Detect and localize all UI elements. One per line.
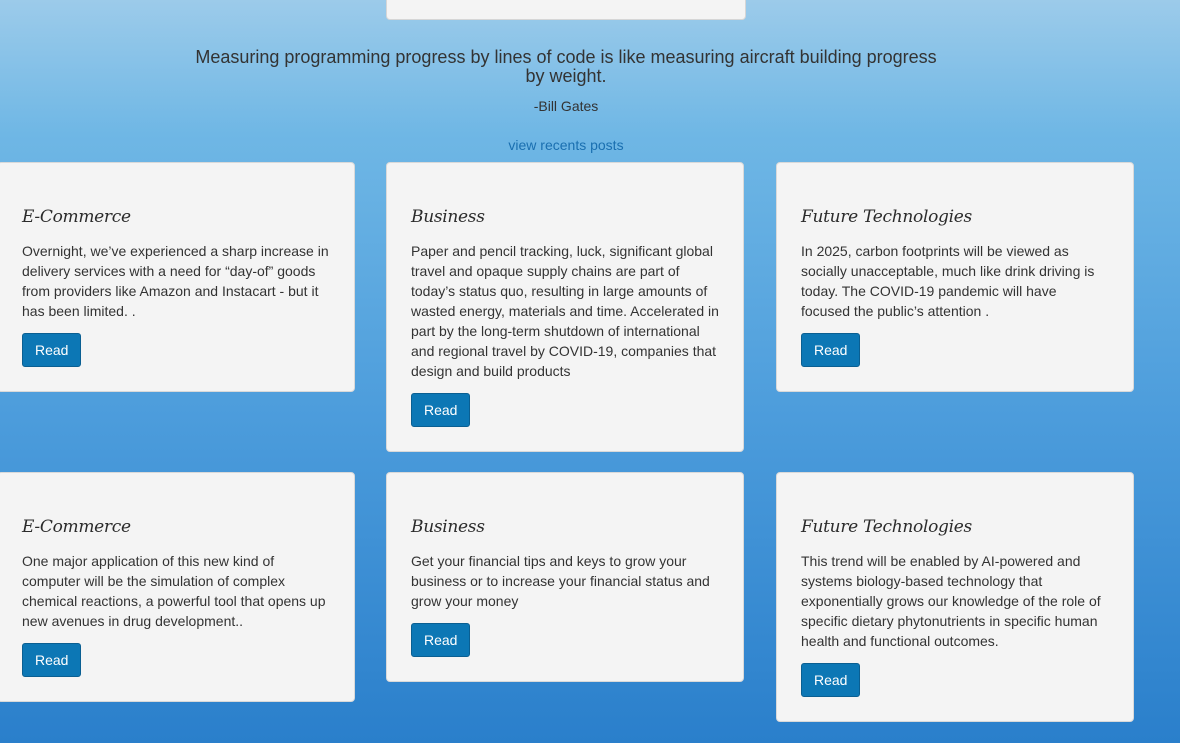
view-recent-posts-link[interactable]: view recents posts <box>0 137 1132 153</box>
card-title: E-Commerce <box>22 207 131 227</box>
read-button[interactable]: Read <box>801 333 861 367</box>
post-card: Business Paper and pencil tracking, luck… <box>386 162 744 452</box>
post-card: Business Get your financial tips and key… <box>386 472 744 682</box>
quote-author: -Bill Gates <box>533 98 599 114</box>
read-button[interactable]: Read <box>22 643 82 677</box>
post-card: E-Commerce Overnight, we’ve experienced … <box>0 162 355 392</box>
previous-card-bottom <box>386 0 746 20</box>
post-card: E-Commerce One major application of this… <box>0 472 355 702</box>
card-text: One major application of this new kind o… <box>22 553 326 629</box>
quote-text: Measuring programming progress by lines … <box>195 47 937 86</box>
read-button[interactable]: Read <box>801 663 861 697</box>
read-button[interactable]: Read <box>22 333 82 367</box>
card-text: This trend will be enabled by AI-powered… <box>801 553 1101 649</box>
card-title: Future Technologies <box>801 517 972 537</box>
card-text: In 2025, carbon footprints will be viewe… <box>801 243 1095 319</box>
card-text: Get your financial tips and keys to grow… <box>411 553 710 609</box>
card-title: Future Technologies <box>801 207 972 227</box>
card-text: Paper and pencil tracking, luck, signifi… <box>411 243 719 379</box>
card-text: Overnight, we’ve experienced a sharp inc… <box>22 243 329 319</box>
quote-block: Measuring programming progress by lines … <box>190 47 942 115</box>
read-button[interactable]: Read <box>411 393 471 427</box>
card-title: E-Commerce <box>22 517 131 537</box>
post-card: Future Technologies In 2025, carbon foot… <box>776 162 1134 392</box>
post-card: Future Technologies This trend will be e… <box>776 472 1134 722</box>
card-title: Business <box>411 207 485 227</box>
read-button[interactable]: Read <box>411 623 471 657</box>
card-title: Business <box>411 517 485 537</box>
